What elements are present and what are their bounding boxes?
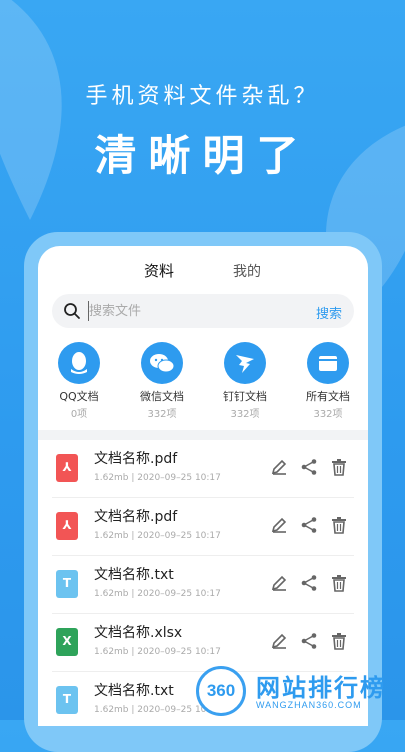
category-qq[interactable]: QQ文档 0项 [44, 342, 114, 420]
file-meta: 1.62mb | 2020–09–25 10:17 [94, 473, 221, 483]
file-row[interactable]: T 文档名称.txt 1.62mb | 2020–09–25 10:17 [52, 556, 354, 614]
category-row: QQ文档 0项 微信文档 332项 钉钉文档 332项 所有文档 332项 [38, 342, 368, 422]
search-input[interactable] [88, 301, 289, 321]
qq-icon [58, 342, 100, 384]
edit-icon[interactable] [270, 516, 288, 534]
file-meta: 1.62mb | 2020–09–25 10:17 [94, 589, 221, 599]
xlsx-file-icon: X [56, 628, 78, 656]
file-name: 文档名称.pdf [94, 451, 178, 467]
tab-materials[interactable]: 资料 [144, 260, 174, 281]
pdf-file-icon: ⅄ [56, 454, 78, 482]
file-name: 文档名称.pdf [94, 509, 178, 525]
category-count: 332项 [230, 409, 260, 420]
category-label: QQ文档 [59, 390, 99, 403]
pdf-file-icon: ⅄ [56, 512, 78, 540]
watermark-subtext: WANGZHAN360.COM [256, 700, 362, 710]
delete-icon[interactable] [330, 632, 348, 650]
watermark-logo: 360 网站排行榜 WANGZHAN360.COM [196, 664, 396, 718]
share-icon[interactable] [300, 458, 318, 476]
search-bar: 搜索 [52, 294, 354, 328]
file-actions [270, 516, 354, 536]
edit-icon[interactable] [270, 458, 288, 476]
category-dingtalk[interactable]: 钉钉文档 332项 [210, 342, 280, 420]
category-label: 钉钉文档 [223, 390, 267, 403]
category-count: 332项 [313, 409, 343, 420]
share-icon[interactable] [300, 574, 318, 592]
search-button[interactable]: 搜索 [316, 303, 342, 322]
section-divider [38, 430, 368, 440]
category-count: 332项 [147, 409, 177, 420]
file-name: 文档名称.txt [94, 683, 174, 699]
file-glyph: T [62, 692, 72, 706]
leaf-decoration-left [0, 0, 62, 220]
headline-title: 清晰明了 [94, 131, 311, 180]
file-glyph: T [62, 576, 72, 590]
category-all[interactable]: 所有文档 332项 [293, 342, 363, 420]
file-name: 文档名称.xlsx [94, 625, 183, 641]
app-screen: 资料 我的 搜索 QQ文档 0项 微信文档 332项 [38, 246, 368, 726]
txt-file-icon: T [56, 570, 78, 598]
tab-mine[interactable]: 我的 [233, 261, 261, 281]
file-row[interactable]: ⅄ 文档名称.pdf 1.62mb | 2020–09–25 10:17 [52, 440, 354, 498]
share-icon[interactable] [300, 632, 318, 650]
txt-file-icon: T [56, 686, 78, 714]
wechat-icon [141, 342, 183, 384]
file-meta: 1.62mb | 2020–09–25 10:17 [94, 647, 221, 657]
delete-icon[interactable] [330, 458, 348, 476]
file-actions [270, 574, 354, 594]
share-icon[interactable] [300, 516, 318, 534]
watermark-number: 360 [206, 681, 236, 700]
file-actions [270, 632, 354, 652]
category-label: 微信文档 [140, 390, 184, 403]
category-wechat[interactable]: 微信文档 332项 [127, 342, 197, 420]
edit-icon[interactable] [270, 574, 288, 592]
file-row[interactable]: ⅄ 文档名称.pdf 1.62mb | 2020–09–25 10:17 [52, 498, 354, 556]
dingtalk-icon [224, 342, 266, 384]
tab-bar: 资料 我的 [38, 260, 368, 297]
search-icon [64, 303, 80, 319]
watermark-text: 网站排行榜 [256, 674, 386, 702]
file-glyph: ⅄ [62, 460, 72, 474]
delete-icon[interactable] [330, 574, 348, 592]
file-glyph: X [62, 634, 72, 648]
watermark-badge: 360 [196, 666, 246, 716]
headline-subtitle: 手机资料文件杂乱？ [85, 84, 320, 109]
file-name: 文档名称.txt [94, 567, 174, 583]
delete-icon[interactable] [330, 516, 348, 534]
category-count: 0项 [70, 409, 88, 420]
category-label: 所有文档 [306, 390, 350, 403]
file-glyph: ⅄ [62, 518, 72, 532]
folder-icon [307, 342, 349, 384]
file-actions [270, 458, 354, 478]
edit-icon[interactable] [270, 632, 288, 650]
file-meta: 1.62mb | 2020–09–25 10:17 [94, 531, 221, 541]
